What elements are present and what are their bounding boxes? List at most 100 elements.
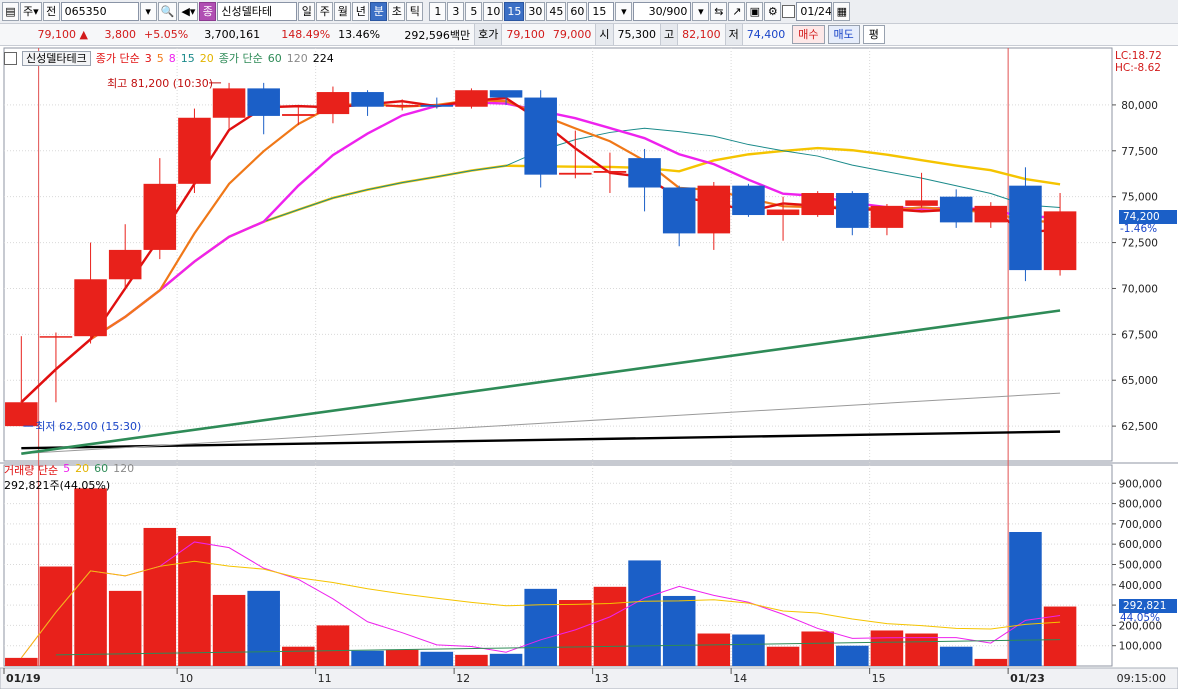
candle-body xyxy=(1043,211,1077,271)
stock-name-label: 신성델타테크 xyxy=(22,50,91,66)
volume-tick-label: 100,000 xyxy=(1119,641,1162,653)
bid-label: 호가 xyxy=(474,24,503,45)
interval-1[interactable]: 1 xyxy=(429,2,447,21)
period-tick[interactable]: 틱 xyxy=(406,2,424,21)
period-second[interactable]: 초 xyxy=(388,2,406,21)
date-tick-label: 11 xyxy=(318,672,332,685)
volume-bar xyxy=(351,650,384,666)
low-annotation: 최저 62,500 (15:30) xyxy=(35,420,141,433)
sell-button[interactable]: 매도 xyxy=(827,25,860,44)
interval-10[interactable]: 10 xyxy=(483,2,504,21)
calendar-icon[interactable]: ▦ xyxy=(833,2,851,21)
interval-30[interactable]: 30 xyxy=(525,2,546,21)
interval-15[interactable]: 15 xyxy=(504,2,525,21)
open-price: 75,300 xyxy=(617,28,657,41)
date-tick-label: 10 xyxy=(179,672,193,685)
candle-body xyxy=(420,104,454,107)
toolbar: ▤ 주 ▾ 전 065350 ▾ 🔍 ◀▾ 종 신성델타테 일 주 월 년 분 초… xyxy=(0,0,1178,24)
period-day[interactable]: 일 xyxy=(298,2,316,21)
stock-name-field[interactable]: 신성델타테 xyxy=(217,2,298,21)
quote-bar: 79,100 ▲ 3,800 +5.05% 3,700,161 148.49% … xyxy=(0,24,1178,46)
count-dropdown-icon[interactable]: ▾ xyxy=(692,2,710,21)
interval-5[interactable]: 5 xyxy=(465,2,483,21)
ma60-line xyxy=(21,309,1061,455)
interval-45[interactable]: 45 xyxy=(546,2,567,21)
volume-tick-label: 600,000 xyxy=(1119,539,1162,551)
volume-bar xyxy=(766,646,800,666)
lc-hc-readout: LC:18.72 HC:-8.62 xyxy=(1115,50,1162,74)
candle-body xyxy=(801,193,834,216)
period-year[interactable]: 년 xyxy=(352,2,370,21)
volume-bar xyxy=(524,588,557,666)
market-select[interactable]: 주 ▾ xyxy=(20,2,42,21)
period-minute[interactable]: 분 xyxy=(370,2,388,21)
date-tick-label: 13 xyxy=(595,672,609,685)
current-volume-pct: 44.05% xyxy=(1120,612,1161,624)
indicator-icon[interactable]: ⇆ xyxy=(710,2,728,21)
search-icon[interactable]: 🔍 xyxy=(157,2,178,21)
ma-period-120: 120 xyxy=(286,51,308,65)
mode-button[interactable]: 전 xyxy=(42,2,60,21)
code-input[interactable]: 065350 xyxy=(60,2,139,21)
ma2-label: 종가 단순 xyxy=(218,52,263,65)
volume-bar xyxy=(74,488,107,666)
window-menu-icon[interactable]: ▤ xyxy=(2,2,19,21)
date-tick-label: 14 xyxy=(733,672,747,685)
vol-period-120: 120 xyxy=(113,462,135,475)
ask-price: 79,000 xyxy=(552,28,592,41)
interval-3[interactable]: 3 xyxy=(447,2,465,21)
open-label: 시 xyxy=(595,24,614,45)
candle-body xyxy=(662,187,696,234)
interval-select[interactable]: 15 xyxy=(588,2,615,21)
vol-period-5: 5 xyxy=(63,462,71,475)
ma-period-60: 60 xyxy=(267,51,282,65)
volume-total: 3,700,161 xyxy=(204,28,261,41)
ma-period-8: 8 xyxy=(168,51,176,65)
grid xyxy=(0,47,1178,667)
eval-button[interactable]: 평 xyxy=(862,25,885,44)
candle-body xyxy=(282,114,315,116)
current-price-pct: -1.46% xyxy=(1120,223,1158,235)
save-icon[interactable]: ▣ xyxy=(746,2,764,21)
price-change: 3,800 xyxy=(104,28,137,41)
clock-label: 09:15:00 xyxy=(1117,672,1166,685)
candle-body xyxy=(836,193,869,228)
code-dropdown-icon[interactable]: ▾ xyxy=(139,2,157,21)
count-field[interactable]: 30/900 xyxy=(633,2,692,21)
period-month[interactable]: 월 xyxy=(334,2,352,21)
date-field[interactable]: 01/24 xyxy=(796,2,833,21)
low-price: 74,400 xyxy=(746,28,786,41)
volume-tick-label: 700,000 xyxy=(1119,519,1162,531)
date-tick-label: 12 xyxy=(456,672,470,685)
panel-toggle-icon[interactable] xyxy=(4,51,17,65)
date-tick-label: 01/19 xyxy=(6,672,41,685)
candle-body xyxy=(628,158,661,188)
volume-bar xyxy=(1009,532,1042,666)
volume-tick-label: 800,000 xyxy=(1119,499,1162,511)
ma-label: 종가 단순 xyxy=(95,52,140,65)
date-tick-label: 01/23 xyxy=(1010,672,1045,685)
price-tick-label: 72,500 xyxy=(1121,238,1158,250)
lc-value: LC:18.72 xyxy=(1115,50,1162,62)
buy-button[interactable]: 매수 xyxy=(792,25,825,44)
chevron-down-icon: ▾ xyxy=(33,5,39,18)
volume-ma-label: 거래량 단순 xyxy=(4,464,59,477)
price-tick-label: 80,000 xyxy=(1121,100,1158,112)
candle-body xyxy=(870,205,904,228)
candle-body xyxy=(385,104,419,107)
low-label: 저 xyxy=(724,24,743,45)
gear-icon[interactable]: ⚙ xyxy=(764,2,782,21)
current-price-tag: 74,200 xyxy=(1119,210,1177,224)
sound-icon[interactable]: ◀▾ xyxy=(178,2,199,21)
candle-body xyxy=(143,183,177,250)
interval-60[interactable]: 60 xyxy=(567,2,588,21)
candle-body xyxy=(974,205,1008,223)
vol-period-20: 20 xyxy=(75,462,90,475)
stock-chart[interactable]: 최고 81,200 (10:30) 최저 62,500 (15:30) 62,50… xyxy=(0,46,1178,689)
candle-body xyxy=(939,196,973,223)
candle-body xyxy=(1009,185,1042,271)
interval-dropdown-icon[interactable]: ▾ xyxy=(615,2,633,21)
draw-tool-icon[interactable]: ↗ xyxy=(728,2,746,21)
period-week[interactable]: 주 xyxy=(316,2,334,21)
date-checkbox[interactable] xyxy=(782,5,796,18)
